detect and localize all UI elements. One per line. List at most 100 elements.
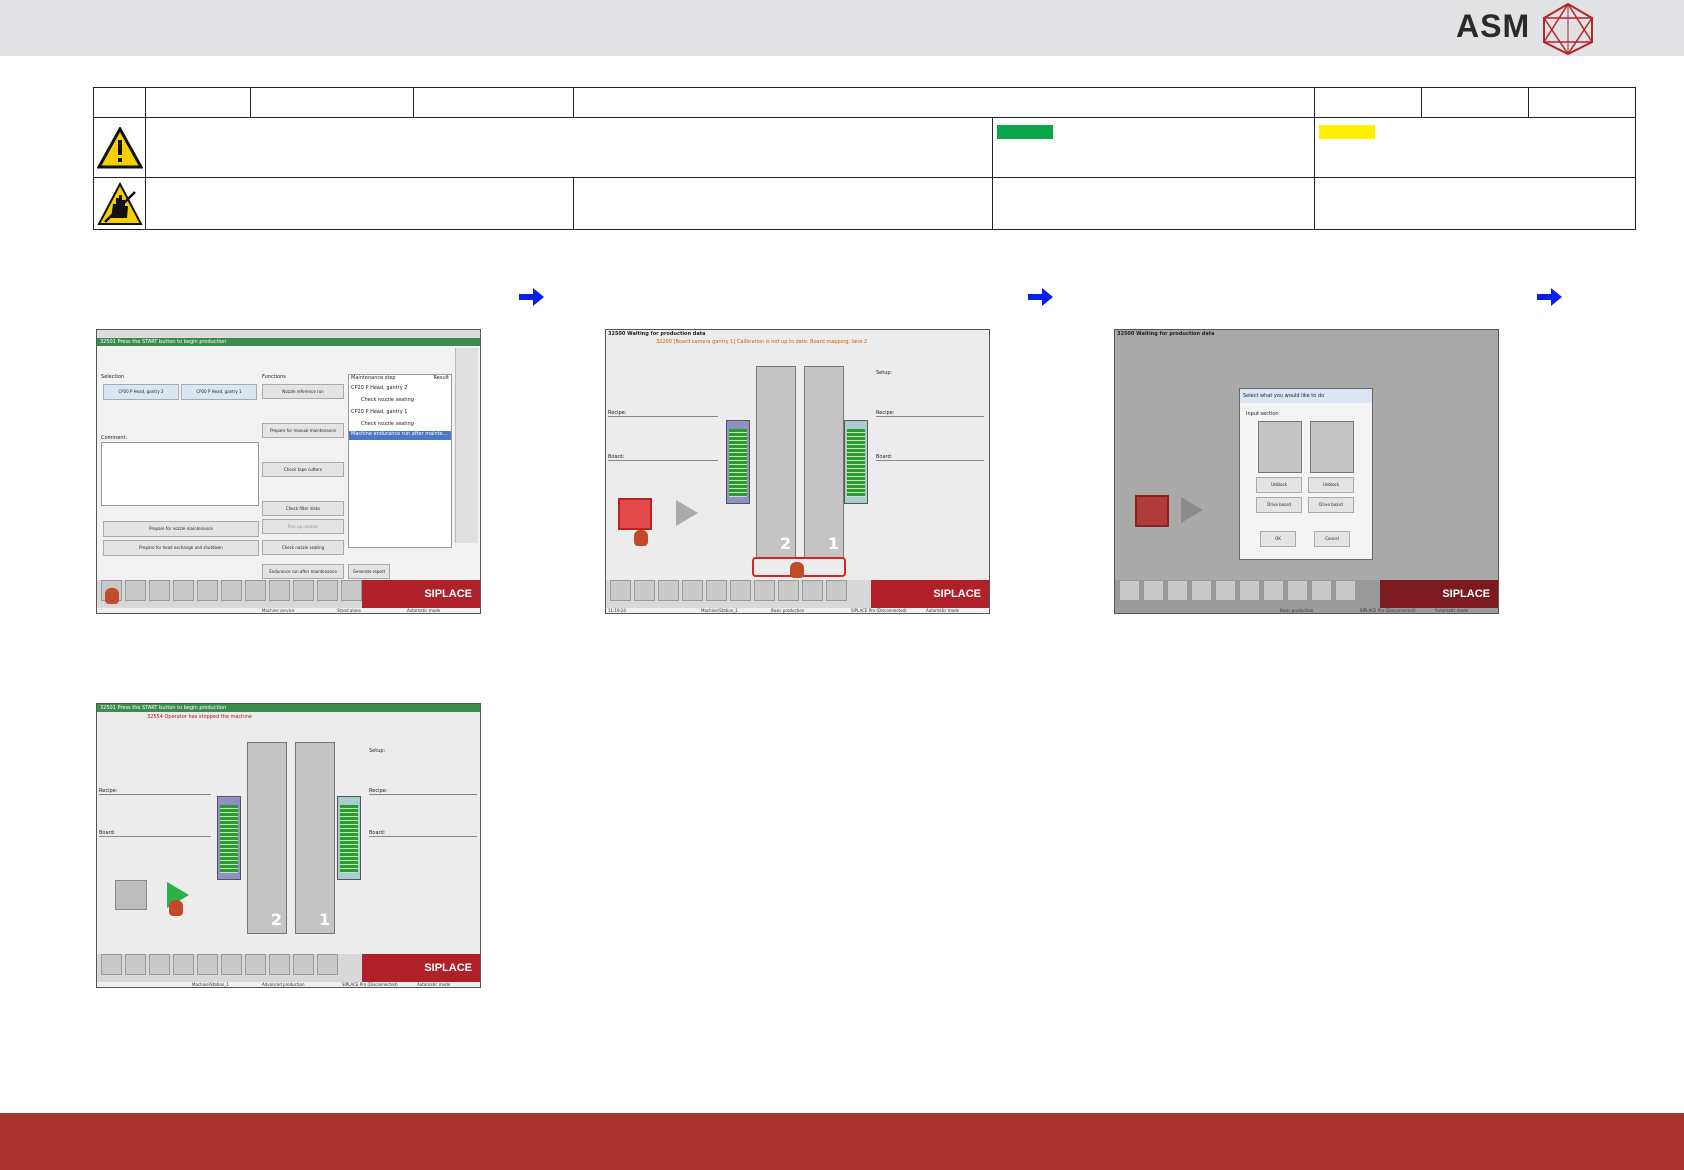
stop-button[interactable] [115, 880, 147, 910]
toolbar-icon[interactable] [706, 580, 727, 601]
drive-board-button[interactable]: Drive board [1308, 497, 1354, 513]
status-text: Basic production [771, 608, 805, 613]
toolbar-icon[interactable] [658, 580, 679, 601]
bottom-toolbar: SIPLACE [97, 580, 480, 608]
screen-title: 32500 Waiting for production data [608, 331, 706, 337]
comment-textarea[interactable] [101, 442, 259, 506]
toolbar-icon[interactable] [1335, 580, 1356, 601]
comment-label: Comment: [101, 435, 128, 441]
toolbar-icon[interactable] [293, 580, 314, 601]
toolbar-icon[interactable] [173, 954, 194, 975]
toolbar-icon[interactable] [269, 580, 290, 601]
toolbar-icon[interactable] [1167, 580, 1188, 601]
toolbar-icon[interactable] [221, 580, 242, 601]
toolbar-icon[interactable] [173, 580, 194, 601]
toolbar-icon[interactable] [197, 954, 218, 975]
gantry-2-checkbox[interactable]: CP20 P Head, gantry 2 [103, 384, 179, 400]
status-text: Automatic mode [417, 982, 451, 987]
functions-label: Functions [262, 374, 286, 380]
conveyor-lane-2: 2 [756, 366, 796, 558]
prepare-nozzle-maintenance-button[interactable]: Prepare for nozzle maintenance [103, 521, 259, 537]
list-item-selected[interactable]: Machine endurance run after mainte... [349, 431, 451, 440]
toolbar-icon[interactable] [826, 580, 847, 601]
toolbar-icon[interactable] [317, 580, 338, 601]
toolbar-icon[interactable] [1119, 580, 1140, 601]
function-button[interactable]: Nozzle reference run [262, 384, 344, 399]
function-button[interactable]: Check tape cutters [262, 462, 344, 477]
toolbar-icon[interactable] [1239, 580, 1260, 601]
status-text: Machine service [262, 608, 295, 613]
toolbar-icon[interactable] [682, 580, 703, 601]
toolbar-icon[interactable] [1287, 580, 1308, 601]
feeder-table [337, 796, 361, 880]
cancel-button[interactable]: Cancel [1314, 531, 1350, 547]
toolbar-icon[interactable] [221, 954, 242, 975]
function-button[interactable]: Prepare for manual maintenance [262, 423, 344, 438]
start-play-icon[interactable] [676, 500, 698, 526]
table-cell [145, 177, 574, 230]
toolbar-icon[interactable] [778, 580, 799, 601]
stop-button[interactable] [618, 498, 652, 530]
toolbar-icon[interactable] [149, 580, 170, 601]
screen-title: 32501 Press the START button to begin pr… [97, 338, 480, 346]
prepare-head-exchange-button[interactable]: Prepare for head exchange and shutdown [103, 540, 259, 556]
feeder-table [217, 796, 241, 880]
toolbar-icon[interactable] [1191, 580, 1212, 601]
toolbar-icon[interactable] [125, 580, 146, 601]
top-bar: ASM [0, 0, 1684, 56]
lane-preview [1258, 421, 1302, 473]
right-arrow-icon [1028, 288, 1053, 306]
select-action-dialog: Select what you would like to do Input s… [1239, 388, 1373, 560]
unblock-button[interactable]: Unblock [1308, 477, 1354, 493]
toolbar-icon[interactable] [1215, 580, 1236, 601]
pointing-hand-icon [790, 562, 804, 578]
toolbar-icon[interactable] [1311, 580, 1332, 601]
function-button[interactable]: Check nozzle seating [262, 540, 344, 555]
asm-logo-text: ASM [1456, 8, 1531, 44]
table-cell [1314, 177, 1636, 230]
stop-button[interactable] [1135, 495, 1169, 527]
function-button[interactable]: Pick up nozzles [262, 519, 344, 534]
toolbar-icon[interactable] [802, 580, 823, 601]
gantry-1-checkbox[interactable]: CP20 P Head, gantry 1 [181, 384, 257, 400]
list-item[interactable]: CP20 P Head, gantry 2 [351, 385, 407, 391]
start-play-icon[interactable] [1181, 497, 1203, 523]
board-field: Board: [369, 830, 477, 837]
function-button[interactable]: Endurance run after maintenance [262, 564, 344, 579]
toolbar-icon[interactable] [245, 580, 266, 601]
unblock-button[interactable]: Unblock [1256, 477, 1302, 493]
toolbar-icon[interactable] [634, 580, 655, 601]
toolbar-icon[interactable] [293, 954, 314, 975]
toolbar-icon[interactable] [149, 954, 170, 975]
screen-title: 32500 Waiting for production data [1117, 331, 1215, 337]
toolbar-icon[interactable] [269, 954, 290, 975]
list-item[interactable]: CP20 P Head, gantry 1 [351, 409, 407, 415]
toolbar-icon[interactable] [101, 954, 122, 975]
conveyor-lane-2: 2 [247, 742, 287, 934]
toolbar-icon[interactable] [245, 954, 266, 975]
pointing-hand-icon [169, 900, 183, 916]
function-button[interactable]: Check filter disks [262, 501, 344, 516]
toolbar-icon[interactable] [317, 954, 338, 975]
toolbar-icon[interactable] [610, 580, 631, 601]
generate-report-button[interactable]: Generate report [348, 564, 390, 579]
toolbar-icon[interactable] [125, 954, 146, 975]
toolbar-icon[interactable] [730, 580, 751, 601]
warning-cell [93, 117, 146, 178]
list-item[interactable]: Check nozzle seating [361, 397, 414, 403]
drive-board-button[interactable]: Drive board [1256, 497, 1302, 513]
list-item[interactable]: Check nozzle seating [361, 421, 414, 427]
status-text: 11:19:24 [608, 608, 626, 613]
toolbar-icon[interactable] [341, 580, 362, 601]
status-text: SIPLACE Pro (Disconnected) [851, 608, 907, 613]
toolbar-icon[interactable] [197, 580, 218, 601]
ok-button[interactable]: OK [1260, 531, 1296, 547]
toolbar-icon[interactable] [1263, 580, 1284, 601]
screenshot-unblock-dialog: 32500 Waiting for production data Select… [1114, 329, 1499, 614]
lane-number: 1 [318, 910, 330, 929]
toolbar-icon[interactable] [1143, 580, 1164, 601]
asm-logo-icon [1542, 2, 1594, 56]
toolbar-icon[interactable] [754, 580, 775, 601]
maintenance-step-list: Maintenance step Result CP20 P Head, gan… [348, 374, 452, 548]
status-text: SIPLACE Pro (Disconnected) [342, 982, 398, 987]
